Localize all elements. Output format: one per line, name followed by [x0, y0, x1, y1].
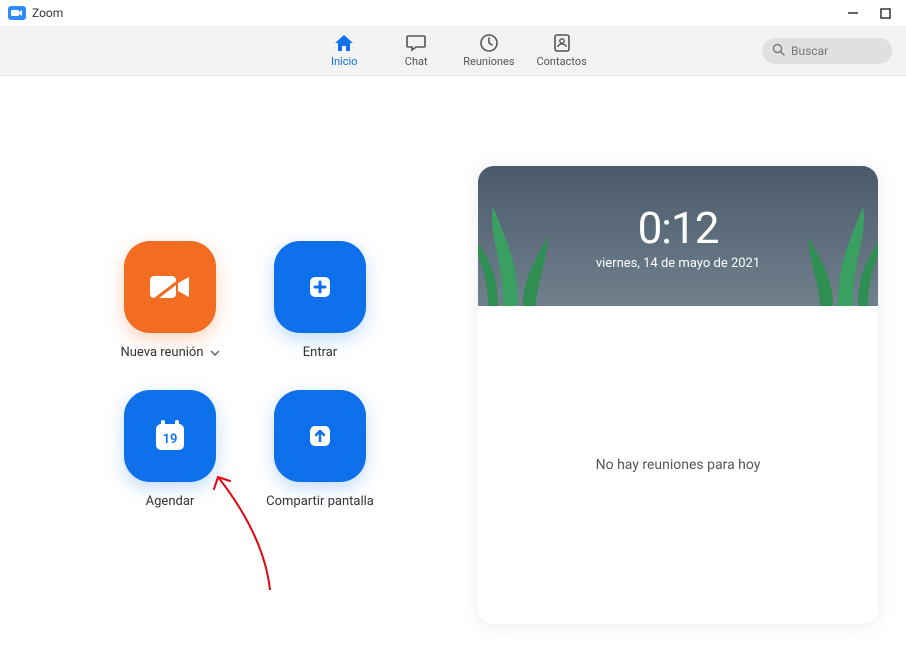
tab-chat[interactable]: Chat [391, 33, 441, 68]
search-box[interactable] [762, 38, 892, 64]
titlebar: Zoom [0, 0, 906, 26]
action-tiles-panel: Nueva reunión Entrar [20, 106, 470, 644]
calendar-panel: 0:12 viernes, 14 de mayo de 2021 No hay … [470, 106, 886, 644]
join-tile[interactable]: Entrar [274, 241, 366, 360]
no-meetings-text: No hay reuniones para hoy [596, 457, 761, 473]
tab-label: Reuniones [463, 55, 514, 68]
tile-label: Entrar [303, 345, 337, 360]
main-content: Nueva reunión Entrar [0, 76, 906, 664]
search-icon [772, 41, 785, 60]
window-title: Zoom [32, 6, 63, 20]
tile-label: Nueva reunión [120, 345, 219, 360]
nav-tabs: Inicio Chat Reuniones Contactos [319, 33, 587, 68]
window-controls [846, 6, 898, 20]
maximize-button[interactable] [878, 6, 892, 20]
share-up-icon [274, 390, 366, 482]
video-camera-icon [124, 241, 216, 333]
titlebar-left: Zoom [8, 6, 63, 20]
chevron-down-icon[interactable] [210, 345, 220, 360]
clock-icon [479, 33, 499, 53]
minimize-button[interactable] [846, 6, 860, 20]
tab-inicio[interactable]: Inicio [319, 33, 369, 68]
tab-label: Chat [405, 55, 428, 68]
calendar-body: No hay reuniones para hoy [478, 306, 878, 624]
calendar-card: 0:12 viernes, 14 de mayo de 2021 No hay … [478, 166, 878, 624]
search-input[interactable] [791, 44, 882, 58]
plant-decoration-icon [478, 196, 558, 306]
svg-text:19: 19 [163, 432, 178, 447]
chat-icon [406, 33, 426, 53]
clock-time: 0:12 [638, 202, 719, 254]
clock-date: viernes, 14 de mayo de 2021 [596, 256, 760, 271]
calendar-icon: 19 [124, 390, 216, 482]
schedule-tile[interactable]: 19 Agendar [124, 390, 216, 509]
toolbar: Inicio Chat Reuniones Contactos [0, 26, 906, 76]
tab-contactos[interactable]: Contactos [537, 33, 587, 68]
home-icon [333, 33, 355, 53]
plant-decoration-icon [798, 196, 878, 306]
tab-reuniones[interactable]: Reuniones [463, 33, 514, 68]
tile-grid: Nueva reunión Entrar [95, 241, 395, 509]
share-screen-tile[interactable]: Compartir pantalla [266, 390, 374, 509]
plus-icon [274, 241, 366, 333]
tile-label: Compartir pantalla [266, 494, 374, 509]
new-meeting-tile[interactable]: Nueva reunión [120, 241, 219, 360]
tab-label: Contactos [537, 55, 587, 68]
tile-label: Agendar [146, 494, 195, 509]
contacts-icon [552, 33, 572, 53]
tab-label: Inicio [331, 55, 357, 68]
calendar-header: 0:12 viernes, 14 de mayo de 2021 [478, 166, 878, 306]
zoom-logo-icon [8, 6, 26, 20]
